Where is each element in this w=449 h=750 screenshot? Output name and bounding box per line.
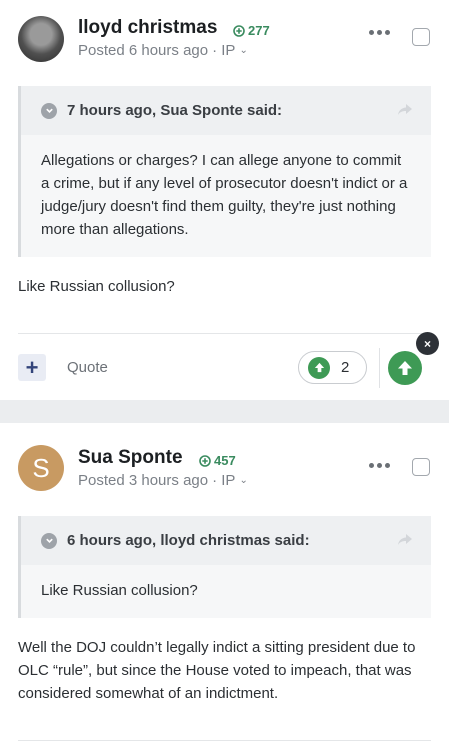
upvote-icon — [308, 356, 330, 379]
plus-circle-icon — [199, 454, 211, 467]
select-post-checkbox[interactable] — [412, 28, 430, 46]
chevron-down-icon[interactable] — [41, 102, 57, 119]
chevron-down-icon[interactable] — [41, 532, 57, 549]
ip-label[interactable]: · IP — [212, 472, 235, 489]
multiquote-button[interactable]: + — [18, 354, 46, 381]
quote-citation: 6 hours ago, lloyd christmas said: — [67, 532, 310, 549]
reaction-summary[interactable]: 2 — [298, 351, 367, 384]
ellipsis-icon[interactable] — [369, 30, 390, 35]
quote-header[interactable]: 6 hours ago, lloyd christmas said: — [21, 516, 431, 565]
quote-text: Allegations or charges? I can allege any… — [21, 135, 431, 257]
chevron-down-icon[interactable]: ⌄ — [239, 45, 247, 56]
quote-block: 6 hours ago, lloyd christmas said: Like … — [18, 516, 431, 618]
post-sua-sponte: S Sua Sponte 457 Posted 3 hours ago · IP… — [0, 423, 449, 750]
posted-time: Posted 3 hours ago — [78, 472, 209, 489]
divider — [18, 333, 431, 334]
posted-time: Posted 6 hours ago — [78, 42, 209, 59]
quote-citation: 7 hours ago, Sua Sponte said: — [67, 102, 283, 119]
upvote-button[interactable] — [388, 351, 422, 385]
reputation-badge: 457 — [199, 453, 236, 468]
share-icon[interactable] — [397, 533, 413, 547]
reputation-count: 457 — [214, 453, 236, 468]
quote-block: 7 hours ago, Sua Sponte said: Allegation… — [18, 86, 431, 257]
quote-header[interactable]: 7 hours ago, Sua Sponte said: — [21, 86, 431, 135]
divider — [18, 740, 431, 741]
chevron-down-icon[interactable]: ⌄ — [239, 475, 247, 486]
post-content: Like Russian collusion? — [18, 278, 175, 295]
author-avatar[interactable] — [18, 16, 64, 62]
author-name[interactable]: lloyd christmas — [78, 17, 217, 39]
quote-button[interactable]: Quote — [67, 359, 108, 376]
post-meta: Posted 3 hours ago · IP ⌄ — [78, 472, 248, 489]
post-content: Well the DOJ couldn’t legally indict a s… — [18, 639, 416, 702]
reaction-count: 2 — [341, 359, 350, 376]
post-meta: Posted 6 hours ago · IP ⌄ — [78, 42, 248, 59]
author-avatar[interactable]: S — [18, 445, 64, 491]
select-post-checkbox[interactable] — [412, 458, 430, 476]
ip-label[interactable]: · IP — [212, 42, 235, 59]
quote-text: Like Russian collusion? — [21, 565, 431, 618]
ellipsis-icon[interactable] — [369, 463, 390, 468]
share-icon[interactable] — [397, 103, 413, 117]
reputation-count: 277 — [248, 23, 270, 38]
author-name[interactable]: Sua Sponte — [78, 447, 183, 469]
reputation-badge: 277 — [233, 23, 270, 38]
plus-circle-icon — [233, 24, 245, 37]
divider — [379, 348, 380, 388]
post-lloyd-christmas: lloyd christmas 277 Posted 6 hours ago ·… — [0, 0, 449, 400]
close-icon[interactable]: × — [416, 332, 439, 355]
